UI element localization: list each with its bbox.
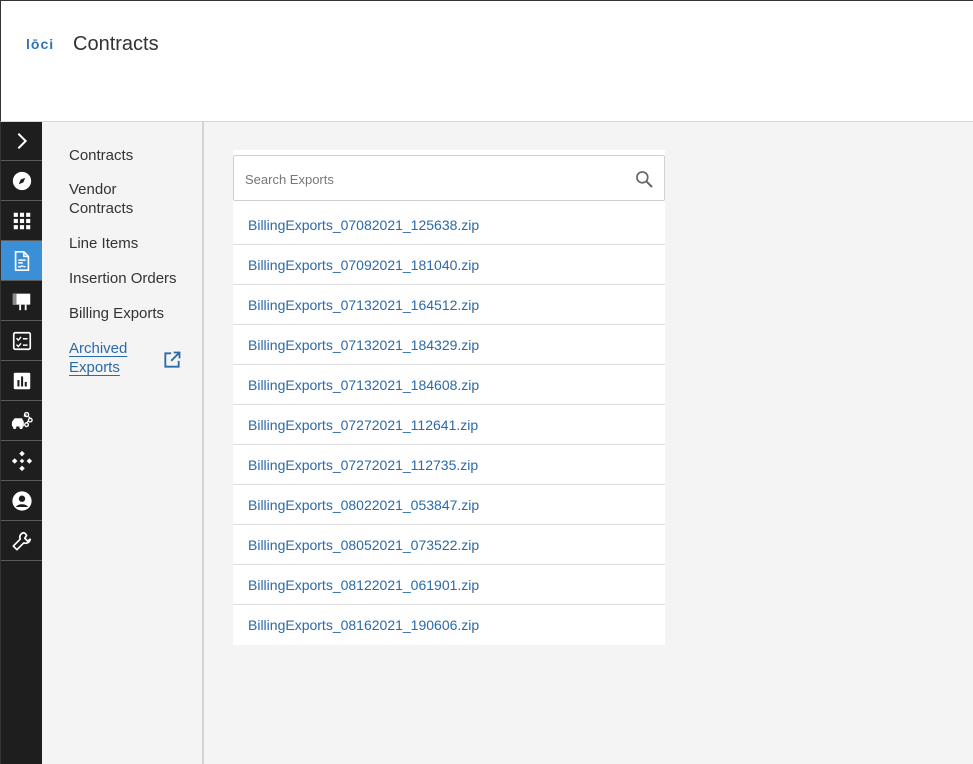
- export-file-link[interactable]: BillingExports_07092021_181040.zip: [248, 257, 479, 273]
- vehicles-network-icon: [11, 411, 33, 429]
- export-row: BillingExports_08052021_073522.zip: [233, 525, 665, 565]
- search-input[interactable]: [245, 168, 625, 190]
- export-row: BillingExports_07272021_112735.zip: [233, 445, 665, 485]
- wrench-icon: [11, 531, 31, 551]
- subnav-line-items[interactable]: Line Items: [69, 234, 138, 253]
- rail-profile[interactable]: [1, 481, 42, 521]
- rail-apps[interactable]: [1, 201, 42, 241]
- export-file-link[interactable]: BillingExports_07272021_112641.zip: [248, 417, 478, 433]
- exports-list: BillingExports_07082021_125638.zip Billi…: [233, 205, 665, 645]
- rail-reports[interactable]: [1, 361, 42, 401]
- external-link-icon[interactable]: [162, 350, 182, 370]
- grid-icon: [13, 212, 30, 229]
- contract-document-icon: [14, 250, 29, 271]
- export-file-link[interactable]: BillingExports_07082021_125638.zip: [248, 217, 479, 233]
- page-title: Contracts: [73, 33, 159, 55]
- export-row: BillingExports_08022021_053847.zip: [233, 485, 665, 525]
- export-row: BillingExports_07132021_164512.zip: [233, 285, 665, 325]
- rail-contracts[interactable]: [1, 241, 42, 281]
- export-file-link[interactable]: BillingExports_08162021_190606.zip: [248, 617, 479, 633]
- export-row: BillingExports_07082021_125638.zip: [233, 205, 665, 245]
- diamond-nodes-icon: [11, 450, 32, 471]
- icon-rail: [0, 122, 42, 764]
- subnav-vendor-contracts-line2: Contracts: [69, 200, 134, 217]
- exports-panel: BillingExports_07082021_125638.zip Billi…: [233, 150, 665, 645]
- rail-settings[interactable]: [1, 521, 42, 561]
- export-file-link[interactable]: BillingExports_07132021_184329.zip: [248, 337, 479, 353]
- subnav-insertion-orders[interactable]: Insertion Orders: [69, 269, 177, 288]
- export-row: BillingExports_08122021_061901.zip: [233, 565, 665, 605]
- rail-fleet[interactable]: [1, 401, 42, 441]
- export-file-link[interactable]: BillingExports_07132021_184608.zip: [248, 377, 479, 393]
- export-file-link[interactable]: BillingExports_07132021_164512.zip: [248, 297, 479, 313]
- subnav-billing-exports[interactable]: Billing Exports: [69, 304, 164, 323]
- chevron-right-icon: [17, 132, 27, 150]
- billboard-icon: [12, 293, 30, 310]
- search-box: [233, 155, 665, 201]
- export-row: BillingExports_07272021_112641.zip: [233, 405, 665, 445]
- rail-explore[interactable]: [1, 161, 42, 201]
- export-row: BillingExports_07092021_181040.zip: [233, 245, 665, 285]
- subnav-archived-exports[interactable]: Archived Exports: [69, 339, 127, 377]
- export-file-link[interactable]: BillingExports_08122021_061901.zip: [248, 577, 479, 593]
- checklist-icon: [12, 331, 31, 350]
- subnav-vendor-contracts[interactable]: Vendor Contracts: [69, 180, 133, 218]
- export-row: BillingExports_08162021_190606.zip: [233, 605, 665, 645]
- export-row: BillingExports_07132021_184608.zip: [233, 365, 665, 405]
- app-header: lōci Contracts: [0, 0, 973, 122]
- user-circle-icon: [11, 490, 32, 511]
- subnav-vendor-contracts-line1: Vendor: [69, 181, 117, 198]
- rail-integrations[interactable]: [1, 441, 42, 481]
- rail-tasks[interactable]: [1, 321, 42, 361]
- rail-inventory[interactable]: [1, 281, 42, 321]
- contracts-subnav: Contracts Vendor Contracts Line Items In…: [42, 122, 204, 764]
- subnav-contracts[interactable]: Contracts: [69, 146, 133, 165]
- export-file-link[interactable]: BillingExports_08052021_073522.zip: [248, 537, 479, 553]
- export-file-link[interactable]: BillingExports_07272021_112735.zip: [248, 457, 478, 473]
- rail-expand[interactable]: [1, 122, 42, 161]
- compass-icon: [12, 171, 31, 190]
- subnav-archived-exports-line2: Exports: [69, 359, 120, 376]
- export-file-link[interactable]: BillingExports_08022021_053847.zip: [248, 497, 479, 513]
- subnav-archived-exports-line1: Archived: [69, 340, 128, 357]
- export-row: BillingExports_07132021_184329.zip: [233, 325, 665, 365]
- search-icon[interactable]: [634, 169, 654, 189]
- bar-chart-icon: [13, 372, 30, 389]
- loci-logo[interactable]: lōci: [26, 36, 54, 52]
